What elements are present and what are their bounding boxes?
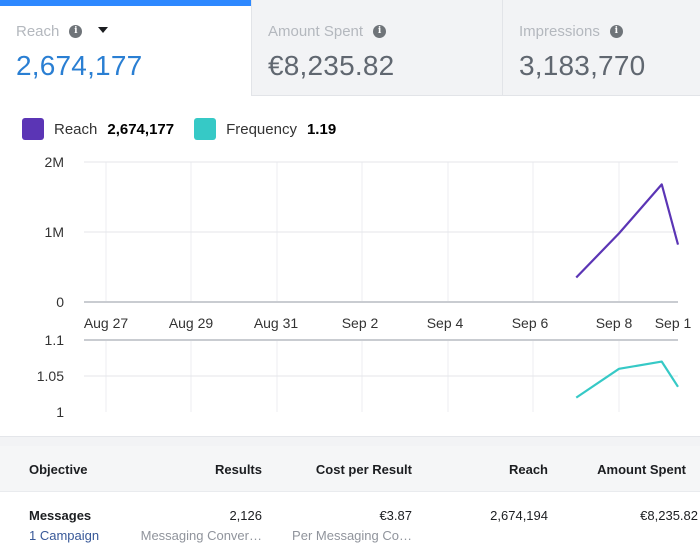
legend-label-frequency: Frequency: [226, 120, 297, 138]
legend-item-frequency[interactable]: Frequency 1.19: [194, 118, 336, 140]
results-table: Objective Results Cost per Result Reach …: [0, 446, 700, 558]
metric-tabs: Reach i 2,674,177 Amount Spent i €8,235.…: [0, 0, 700, 96]
results-type: Messaging Conver…: [140, 528, 262, 543]
info-icon[interactable]: i: [609, 24, 623, 38]
y-tick-label: 1M: [45, 224, 64, 240]
legend-value-reach: 2,674,177: [107, 120, 175, 138]
column-header-reach[interactable]: Reach: [509, 462, 548, 477]
x-tick-label: Sep 4: [427, 315, 464, 331]
column-header-objective[interactable]: Objective: [29, 462, 88, 477]
x-tick-label: Sep 1: [655, 315, 692, 331]
reach-frequency-chart: 2M 1M 0 Aug 27 Aug 29 Aug 31 Sep 2 Sep 4 Sep 6 Se…: [37, 154, 692, 420]
column-header-amount-spent[interactable]: Amount Spent: [597, 462, 686, 477]
legend-item-reach[interactable]: Reach 2,674,177: [22, 118, 174, 140]
caret-down-icon[interactable]: [98, 27, 109, 33]
x-tick-label: Sep 2: [342, 315, 379, 331]
x-tick-label: Aug 31: [254, 315, 299, 331]
tab-amount-spent-label: Amount Spent: [268, 22, 364, 40]
legend-label-reach: Reach: [54, 120, 98, 138]
objective-cell: Messages: [29, 508, 92, 523]
section-divider: [0, 436, 700, 446]
x-tick-label: Sep 6: [512, 315, 549, 331]
tab-reach[interactable]: Reach i 2,674,177: [0, 0, 252, 96]
tab-impressions-value: 3,183,770: [519, 50, 646, 81]
results-cell: 2,126: [229, 508, 262, 523]
cost-per-result-cell: €3.87: [379, 508, 412, 523]
x-tick-label: Aug 27: [84, 315, 129, 331]
column-header-cost-per-result[interactable]: Cost per Result: [316, 462, 412, 477]
info-icon[interactable]: i: [373, 24, 387, 38]
amount-spent-cell: €8,235.82: [640, 508, 698, 523]
frequency-series-line: [575, 360, 679, 399]
ads-insights-panel: Reach i 2,674,177 Amount Spent i €8,235.…: [0, 0, 700, 558]
tab-impressions-label: Impressions: [519, 22, 600, 40]
reach-cell: 2,674,194: [490, 508, 548, 523]
info-icon[interactable]: i: [69, 24, 83, 38]
cost-per-result-type: Per Messaging Co…: [292, 528, 412, 543]
table-row[interactable]: Messages 1 Campaign 2,126 Messaging Conv…: [0, 492, 700, 558]
campaign-link[interactable]: 1 Campaign: [29, 528, 99, 543]
legend-swatch-frequency: [194, 118, 217, 140]
tab-reach-value: 2,674,177: [16, 50, 143, 81]
chart-legend: Reach 2,674,177 Frequency 1.19: [22, 117, 356, 141]
column-header-results[interactable]: Results: [215, 462, 262, 477]
legend-swatch-reach: [22, 118, 44, 140]
legend-value-frequency: 1.19: [306, 120, 337, 138]
y-tick-label: 1.1: [45, 332, 65, 348]
x-tick-label: Sep 8: [596, 315, 633, 331]
reach-series-line: [575, 183, 680, 279]
tab-impressions[interactable]: Impressions i 3,183,770: [503, 0, 700, 96]
tab-amount-spent[interactable]: Amount Spent i €8,235.82: [252, 0, 503, 96]
y-tick-label: 1.05: [37, 368, 64, 384]
y-tick-label: 0: [56, 294, 64, 310]
y-tick-label: 2M: [45, 154, 64, 170]
y-tick-label: 1: [56, 404, 64, 420]
tab-reach-label: Reach: [16, 22, 60, 40]
tab-amount-spent-value: €8,235.82: [268, 50, 395, 81]
table-header: Objective Results Cost per Result Reach …: [0, 446, 700, 492]
x-tick-label: Aug 29: [169, 315, 214, 331]
